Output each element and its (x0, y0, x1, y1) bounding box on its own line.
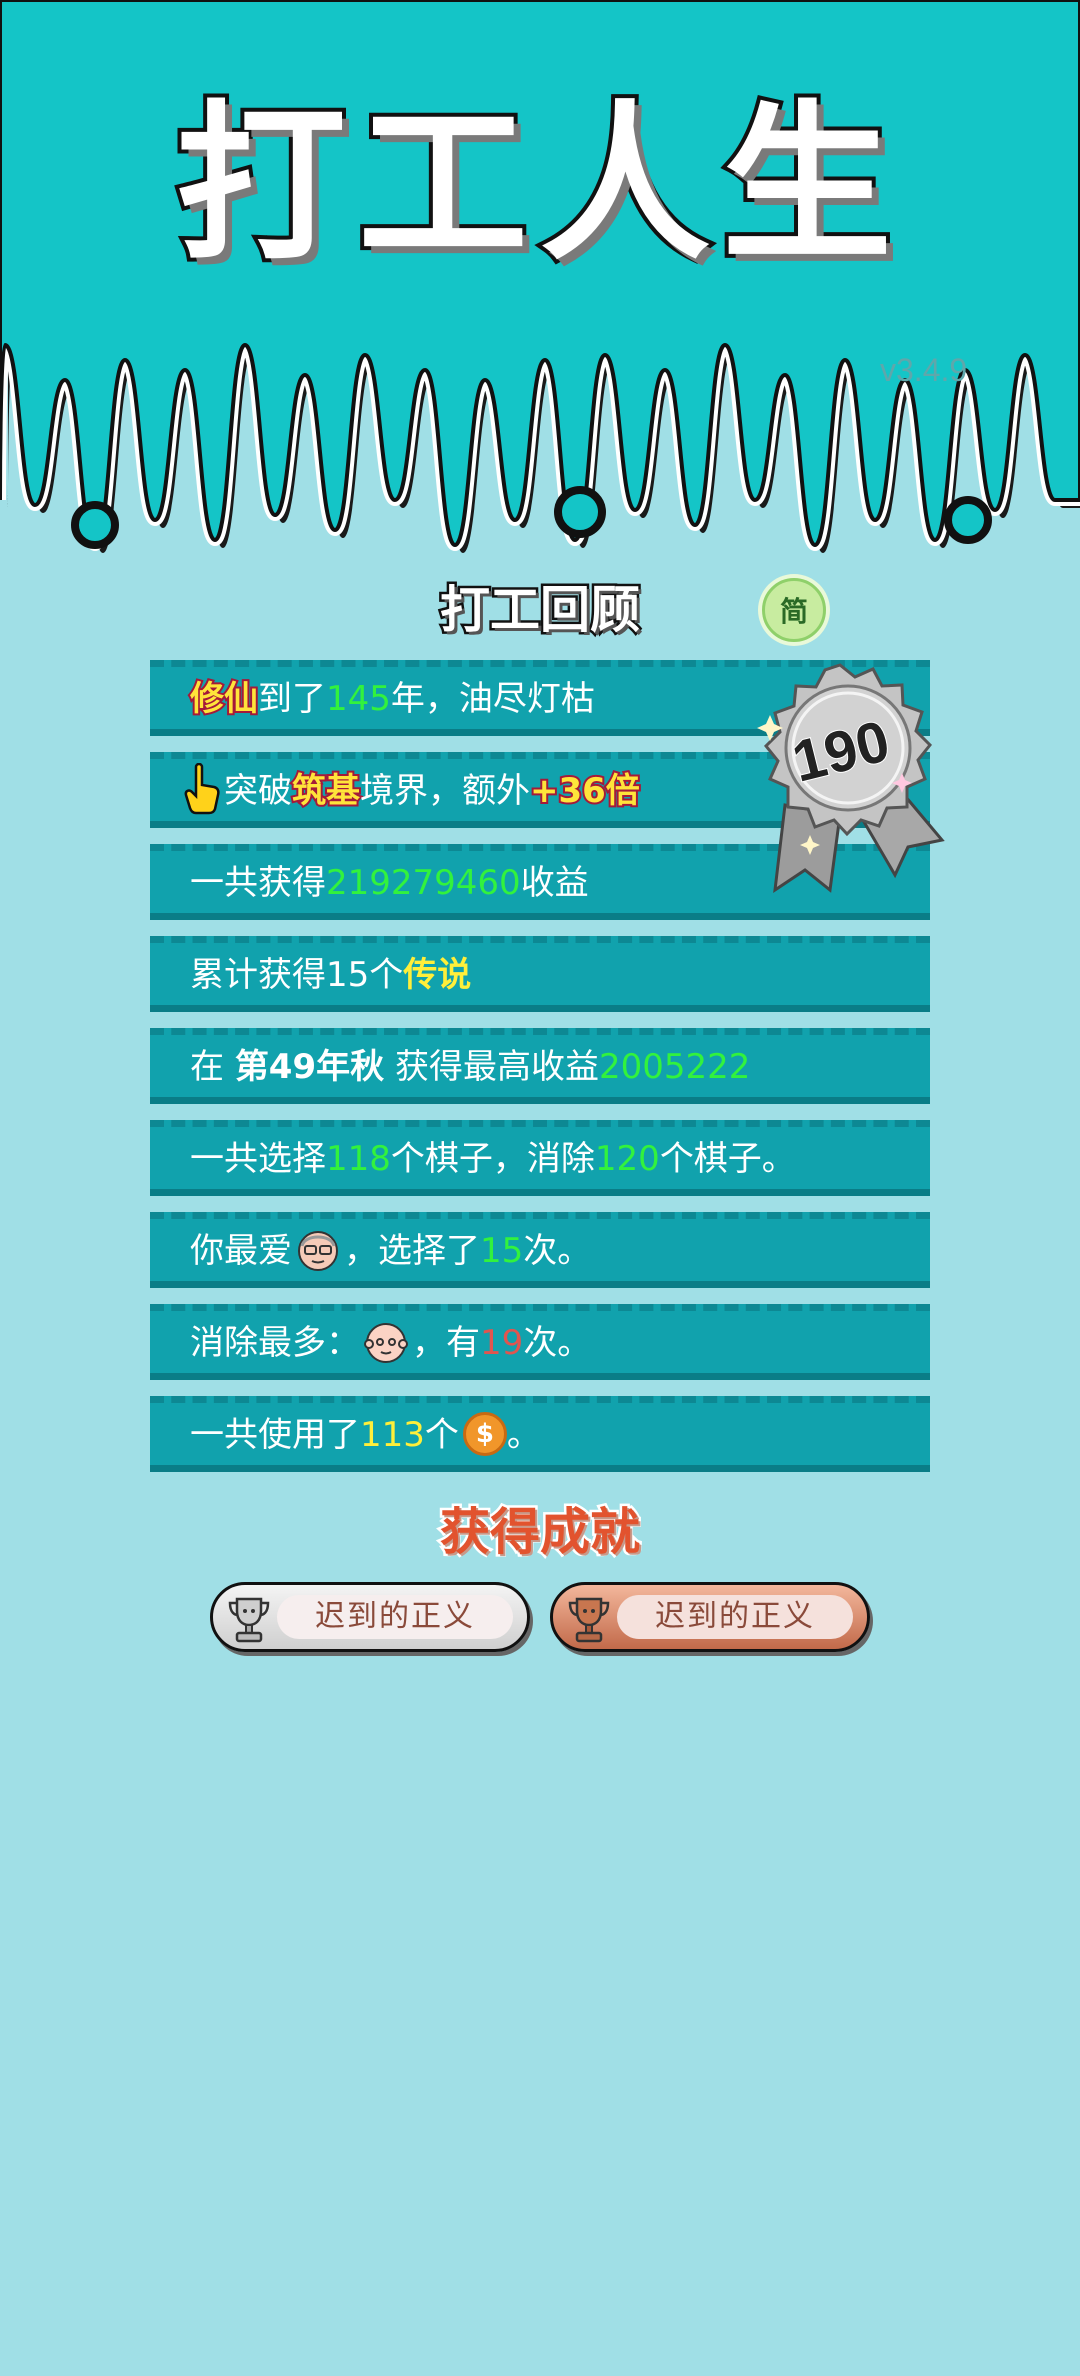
app-title: 打工人生 (172, 86, 904, 284)
simplified-chinese-button[interactable]: 简 (762, 578, 826, 642)
dollar-coin-icon: $ (462, 1411, 507, 1456)
bald-man-face-icon (364, 1322, 408, 1363)
trophy-icon (568, 1597, 610, 1643)
old-man-glasses-face-icon (298, 1230, 338, 1271)
stat-row-coins: 一共使用了113个 $。 (150, 1396, 930, 1472)
stat-row-most-eliminated: 消除最多： ，有19次。 (150, 1304, 930, 1380)
achievement-label: 迟到的正义 (277, 1595, 513, 1639)
achievement-silver-button[interactable]: 迟到的正义 (210, 1582, 530, 1652)
achievements-title: 获得成就 (438, 1501, 643, 1564)
hand-pointer-icon (184, 762, 220, 814)
stat-row-pieces: 一共选择118个棋子，消除120个棋子。 (150, 1120, 930, 1196)
stat-row-highest-income: 在 第49年秋 获得最高收益2005222 (150, 1028, 930, 1104)
stat-row-favorite: 你最爱 ，选择了15次。 (150, 1212, 930, 1288)
achievement-label: 迟到的正义 (617, 1595, 853, 1639)
review-title: 打工回顾 (438, 579, 643, 642)
trophy-icon (228, 1597, 270, 1643)
achievement-bronze-button[interactable]: 迟到的正义 (550, 1582, 870, 1652)
version-label: v3.4.9 (880, 352, 968, 388)
stat-row-legends: 累计获得15个传说 (150, 936, 930, 1012)
